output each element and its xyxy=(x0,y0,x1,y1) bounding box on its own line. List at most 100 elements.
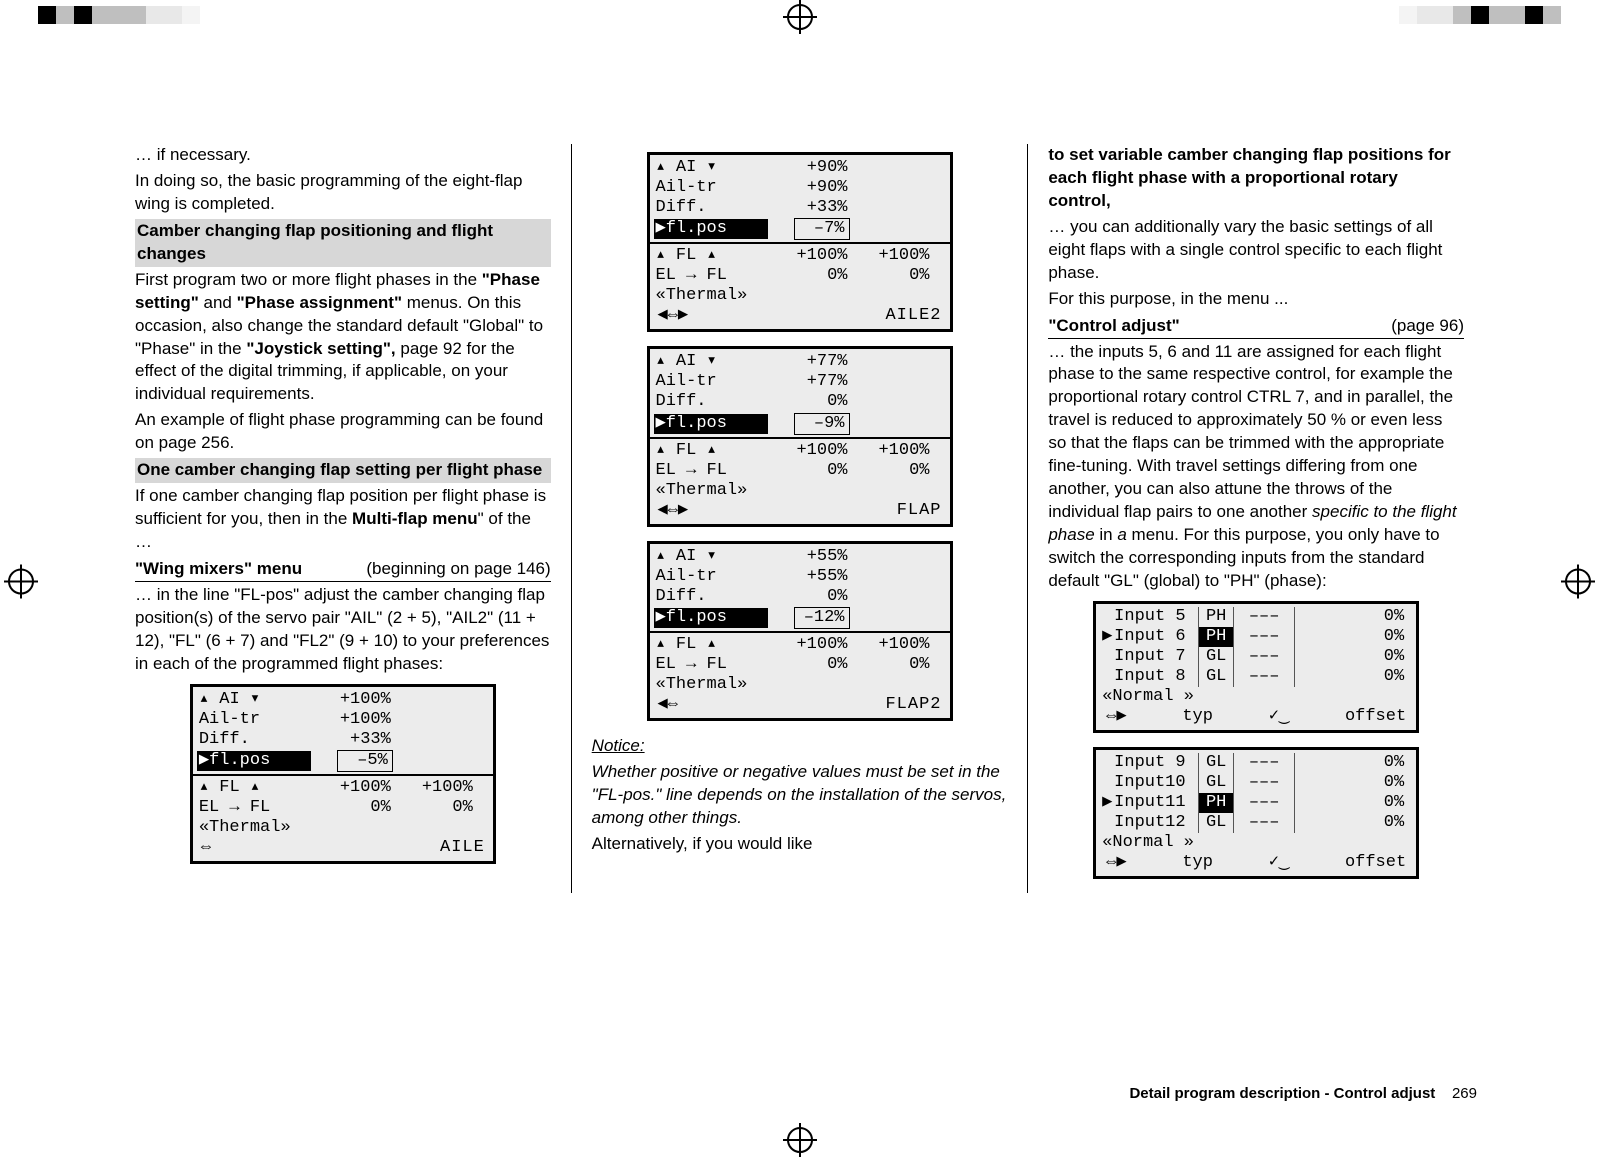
t: … the inputs 5, 6 and 11 are assigned fo… xyxy=(1048,342,1453,522)
r: ▴ AI ▾ xyxy=(656,158,766,178)
text: Alternatively, if you would like xyxy=(592,833,1008,856)
t: "Joystick setting", xyxy=(246,339,395,358)
text: First program two or more flight phases … xyxy=(135,269,551,407)
v: 0% xyxy=(848,266,930,286)
r: ▶fl.pos xyxy=(197,751,311,771)
r: ▶fl.pos xyxy=(654,414,768,434)
v: +77% xyxy=(766,352,848,372)
r: ▶fl.pos xyxy=(654,608,768,628)
text: For this purpose, in the menu ... xyxy=(1048,288,1464,311)
text: to set variable camber changing flap pos… xyxy=(1048,144,1464,213)
r: Ail-tr xyxy=(656,178,766,198)
v: –7% xyxy=(794,218,850,240)
r: ▴ AI ▾ xyxy=(199,690,309,710)
r: ▶fl.pos xyxy=(654,219,768,239)
input-row: Input 5PH–––0% xyxy=(1096,607,1416,627)
panel-footer: ⇔▶typ✓‿offset xyxy=(1096,707,1416,727)
v: +33% xyxy=(766,198,848,218)
footer-page-number: 269 xyxy=(1452,1085,1477,1102)
text: … the inputs 5, 6 and 11 are assigned fo… xyxy=(1048,341,1464,593)
nav-icon: ◀⇔▶ xyxy=(658,501,689,521)
section-heading: Camber changing flap positioning and fli… xyxy=(135,219,551,267)
r: ▴ AI ▾ xyxy=(656,547,766,567)
panel-tag: AILE2 xyxy=(885,306,941,326)
v: –9% xyxy=(794,413,850,435)
input-row: Input 9GL–––0% xyxy=(1096,753,1416,773)
registration-right xyxy=(1565,569,1591,600)
page-footer: Detail program description - Control adj… xyxy=(1129,1085,1477,1102)
menu-ref-page: (page 96) xyxy=(1391,315,1464,338)
column-3: to set variable camber changing flap pos… xyxy=(1027,144,1484,893)
text: An example of flight phase programming c… xyxy=(135,409,551,455)
r: «Thermal» xyxy=(656,675,766,695)
v: +100% xyxy=(766,246,848,266)
v: +100% xyxy=(848,635,930,655)
v: –5% xyxy=(337,750,393,772)
r: Diff. xyxy=(656,198,766,218)
registration-left xyxy=(8,569,34,600)
v: +33% xyxy=(309,730,391,750)
panel-footer: ⇔▶typ✓‿offset xyxy=(1096,853,1416,873)
r: ▴ FL ▴ xyxy=(656,246,766,266)
registration-top xyxy=(0,0,1599,34)
text: In doing so, the basic programming of th… xyxy=(135,170,551,216)
panel-tag: FLAP2 xyxy=(885,695,941,715)
v: +90% xyxy=(766,178,848,198)
panel-tag: FLAP xyxy=(897,501,942,521)
panel-tag: AILE xyxy=(440,838,485,858)
menu-ref: "Control adjust" (page 96) xyxy=(1048,315,1464,339)
r: Ail-tr xyxy=(656,567,766,587)
v: +100% xyxy=(309,690,391,710)
r: EL → FL xyxy=(656,655,766,675)
input-row: Input 8GL–––0% xyxy=(1096,667,1416,687)
lcd-panel-aile: ▴ AI ▾+100% Ail-tr+100% Diff.+33% ▶fl.po… xyxy=(190,684,496,864)
r: Diff. xyxy=(656,587,766,607)
input-row: ▶Input11PH–––0% xyxy=(1096,793,1416,813)
v: +100% xyxy=(848,246,930,266)
registration-bottom xyxy=(787,1127,813,1158)
r: EL → FL xyxy=(199,798,309,818)
t: "Phase assignment" xyxy=(237,293,402,312)
v: +55% xyxy=(766,547,848,567)
v: +100% xyxy=(848,441,930,461)
v: 0% xyxy=(766,655,848,675)
section-heading: One camber changing flap setting per fli… xyxy=(135,458,551,483)
input-row: Input12GL–––0% xyxy=(1096,813,1416,833)
text: If one camber changing flap position per… xyxy=(135,485,551,554)
r: «Thermal» xyxy=(199,818,309,838)
v: 0% xyxy=(766,587,848,607)
t: and xyxy=(199,293,237,312)
r: Ail-tr xyxy=(656,372,766,392)
r: ▴ FL ▴ xyxy=(199,778,309,798)
v: –12% xyxy=(794,607,850,629)
v: 0% xyxy=(848,655,930,675)
input-row: Input 7GL–––0% xyxy=(1096,647,1416,667)
r: «Thermal» xyxy=(656,286,766,306)
v: +100% xyxy=(766,635,848,655)
notice-body: Whether positive or negative values must… xyxy=(592,761,1008,830)
v: +100% xyxy=(309,778,391,798)
text: … in the line "FL-pos" adjust the camber… xyxy=(135,584,551,676)
registration-icon xyxy=(787,4,813,30)
v: 0% xyxy=(766,392,848,412)
menu-ref-name: "Wing mixers" menu xyxy=(135,558,302,581)
r: EL → FL xyxy=(656,461,766,481)
input-row: ▶Input 6PH–––0% xyxy=(1096,627,1416,647)
r: Diff. xyxy=(199,730,309,750)
text: … you can additionally vary the basic se… xyxy=(1048,216,1464,285)
v: +77% xyxy=(766,372,848,392)
column-1: … if necessary. In doing so, the basic p… xyxy=(115,144,571,893)
menu-ref: "Wing mixers" menu (beginning on page 14… xyxy=(135,558,551,582)
text: … if necessary. xyxy=(135,144,551,167)
nav-icon: ⇔ xyxy=(201,838,211,858)
v: +100% xyxy=(766,441,848,461)
input-panel-b: Input 9GL–––0% Input10GL–––0%▶Input11PH–… xyxy=(1093,747,1419,879)
footer-section: Detail program description - Control adj… xyxy=(1129,1085,1435,1102)
r: Diff. xyxy=(656,392,766,412)
notice-heading: Notice: xyxy=(592,735,1008,758)
v: 0% xyxy=(766,266,848,286)
r: Ail-tr xyxy=(199,710,309,730)
menu-ref-name: "Control adjust" xyxy=(1048,315,1179,338)
v: +55% xyxy=(766,567,848,587)
r: ▴ FL ▴ xyxy=(656,635,766,655)
